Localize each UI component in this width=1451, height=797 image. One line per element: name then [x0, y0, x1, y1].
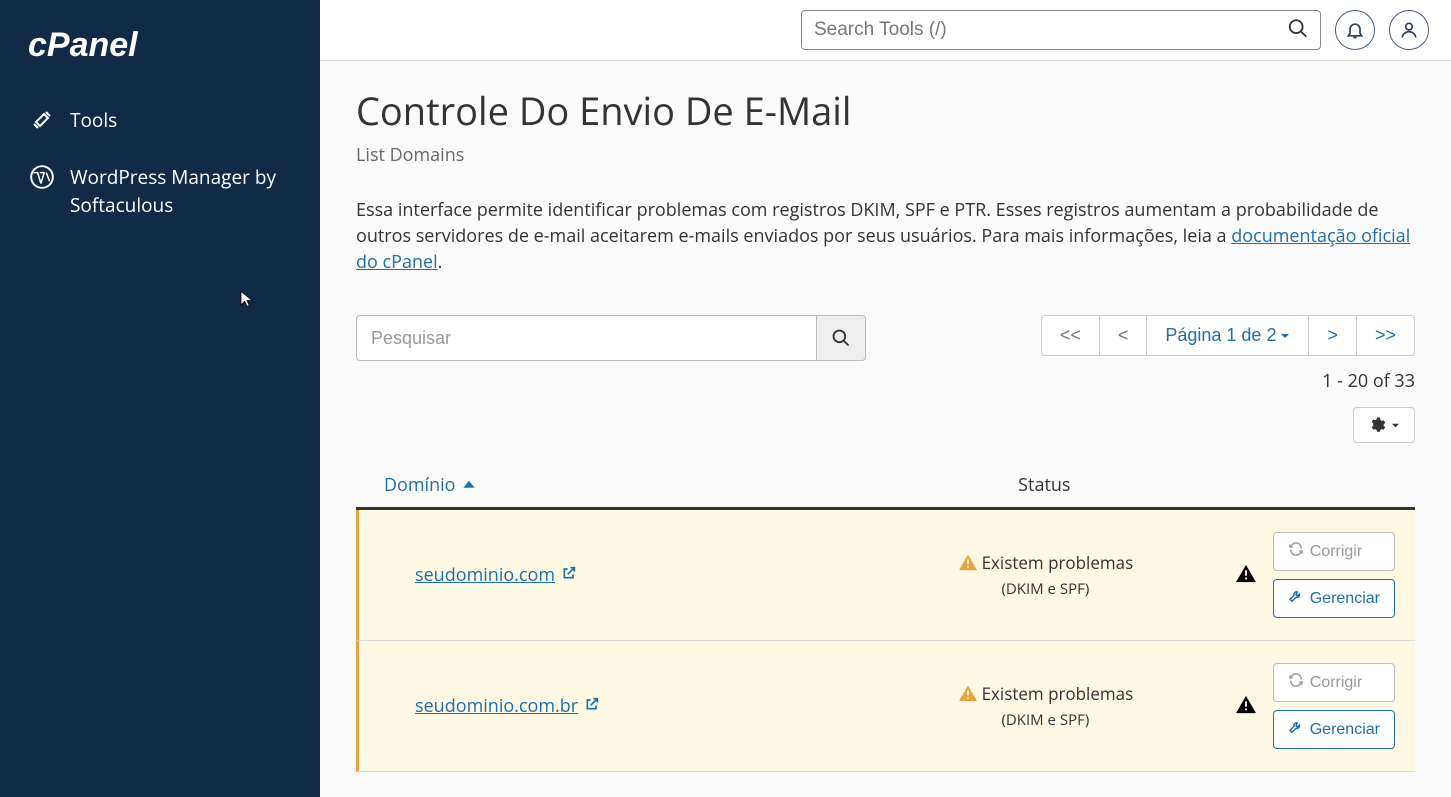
wordpress-icon	[28, 163, 56, 191]
page-description: Essa interface permite identificar probl…	[356, 197, 1415, 275]
warning-icon	[958, 682, 982, 705]
manage-button[interactable]: Gerenciar	[1273, 710, 1395, 749]
refresh-icon	[1288, 672, 1304, 693]
wrench-icon	[1288, 719, 1304, 740]
domain-link[interactable]: seudominio.com.br	[387, 694, 929, 718]
table-settings-button[interactable]	[1353, 407, 1415, 443]
table-body: seudominio.com Existem problemas (DKIM e…	[356, 510, 1415, 772]
column-header-domain[interactable]: Domínio	[356, 473, 928, 497]
table-row: seudominio.com.br Existem problemas (DKI…	[356, 641, 1415, 772]
sidebar-item-label: Tools	[70, 106, 117, 135]
search-icon	[831, 328, 851, 348]
warning-icon	[1235, 694, 1257, 719]
domain-link[interactable]: seudominio.com	[387, 563, 929, 587]
page-current-button[interactable]: Página 1 de 2	[1146, 315, 1309, 356]
tools-icon	[28, 106, 56, 134]
search-icon	[1287, 18, 1309, 40]
table-header: Domínio Status	[356, 463, 1415, 510]
domain-search-input[interactable]	[356, 315, 816, 361]
sidebar-item-tools[interactable]: Tools	[0, 92, 320, 149]
external-link-icon	[584, 694, 600, 718]
warning-icon	[958, 551, 982, 574]
cpanel-logo[interactable]: cPanel	[0, 16, 320, 92]
user-menu-button[interactable]	[1389, 10, 1429, 50]
external-link-icon	[561, 563, 577, 587]
fix-button[interactable]: Corrigir	[1273, 532, 1395, 571]
cursor-icon	[238, 288, 256, 310]
svg-text:cPanel: cPanel	[28, 26, 139, 64]
table-row: seudominio.com Existem problemas (DKIM e…	[356, 510, 1415, 641]
sidebar-item-wordpress[interactable]: WordPress Manager by Softaculous	[0, 149, 320, 234]
wrench-icon	[1288, 588, 1304, 609]
status-cell: Existem problemas (DKIM e SPF)	[929, 681, 1161, 732]
page-title: Controle Do Envio De E-Mail	[356, 85, 1415, 137]
caret-down-icon	[1391, 421, 1400, 430]
manage-button[interactable]: Gerenciar	[1273, 579, 1395, 618]
user-icon	[1399, 20, 1419, 40]
sort-asc-icon	[462, 478, 476, 492]
status-cell: Existem problemas (DKIM e SPF)	[929, 550, 1161, 601]
content: Controle Do Envio De E-Mail List Domains…	[320, 61, 1451, 796]
result-count: 1 - 20 of 33	[356, 369, 1415, 393]
page-first-button[interactable]: <<	[1041, 315, 1100, 356]
topbar	[320, 0, 1451, 61]
refresh-icon	[1288, 541, 1304, 562]
page-last-button[interactable]: >>	[1356, 315, 1415, 356]
search-button[interactable]	[1283, 14, 1313, 47]
page-prev-button[interactable]: <	[1099, 315, 1148, 356]
caret-down-icon	[1280, 331, 1290, 341]
bell-icon	[1345, 20, 1365, 40]
notifications-button[interactable]	[1335, 10, 1375, 50]
fix-button[interactable]: Corrigir	[1273, 663, 1395, 702]
sidebar-item-label: WordPress Manager by Softaculous	[70, 163, 292, 220]
gear-icon	[1368, 416, 1386, 434]
column-header-status: Status	[928, 473, 1161, 497]
pagination: << < Página 1 de 2 > >>	[1041, 315, 1415, 356]
main: Controle Do Envio De E-Mail List Domains…	[320, 0, 1451, 797]
sidebar: cPanel Tools WordPress Manager by Softac…	[0, 0, 320, 797]
page-next-button[interactable]: >	[1308, 315, 1357, 356]
search-input[interactable]	[801, 10, 1321, 50]
page-subtitle: List Domains	[356, 143, 1415, 167]
warning-icon	[1235, 563, 1257, 588]
domain-search-button[interactable]	[816, 315, 866, 361]
